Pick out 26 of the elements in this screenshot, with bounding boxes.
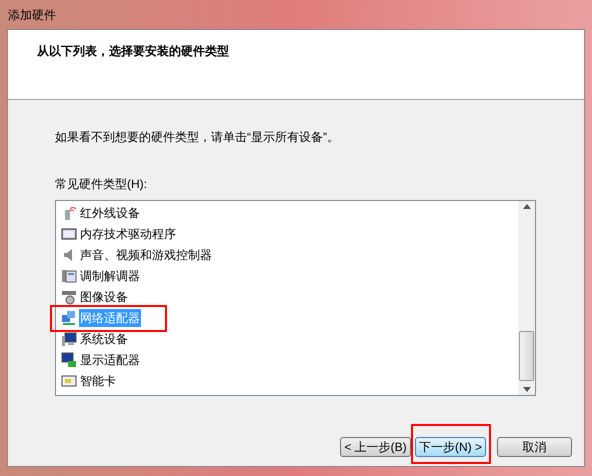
network-computers-icon xyxy=(61,310,77,326)
window-title: 添加硬件 xyxy=(8,6,56,24)
hardware-type-item[interactable]: 图像设备 xyxy=(79,288,129,306)
wizard-button[interactable]: < 上一步(B) xyxy=(340,437,411,457)
list-label: 常见硬件类型(H): xyxy=(55,176,148,193)
monitor-card-icon xyxy=(61,352,77,368)
scroll-down-icon[interactable] xyxy=(522,387,530,392)
hardware-type-item[interactable]: 智能卡 xyxy=(79,372,117,390)
memory-card-icon xyxy=(61,226,77,242)
hardware-type-item[interactable]: 显示适配器 xyxy=(79,350,141,368)
scrollbar[interactable] xyxy=(518,201,535,395)
hint-text: 如果看不到想要的硬件类型，请单击“显示所有设备”。 xyxy=(55,129,340,146)
scroll-thumb[interactable] xyxy=(519,331,534,381)
scanner-camera-icon xyxy=(61,288,77,304)
computer-icon xyxy=(61,330,77,346)
hardware-type-item[interactable]: 红外线设备 xyxy=(79,204,141,222)
scroll-up-icon[interactable] xyxy=(522,204,530,209)
hardware-type-item[interactable]: 调制解调器 xyxy=(79,266,141,284)
wizard-button[interactable]: 取消 xyxy=(497,437,572,457)
hardware-type-item[interactable]: 内存技术驱动程序 xyxy=(79,224,177,242)
hardware-type-item[interactable]: 系统设备 xyxy=(79,330,129,348)
smart-card-icon xyxy=(61,372,77,388)
telephone-icon xyxy=(61,268,77,284)
page-heading: 从以下列表，选择要安装的硬件类型 xyxy=(37,44,229,58)
hardware-type-item[interactable]: 声音、视频和游戏控制器 xyxy=(79,246,213,264)
wizard-button[interactable]: 下一步(N) > xyxy=(415,437,486,457)
